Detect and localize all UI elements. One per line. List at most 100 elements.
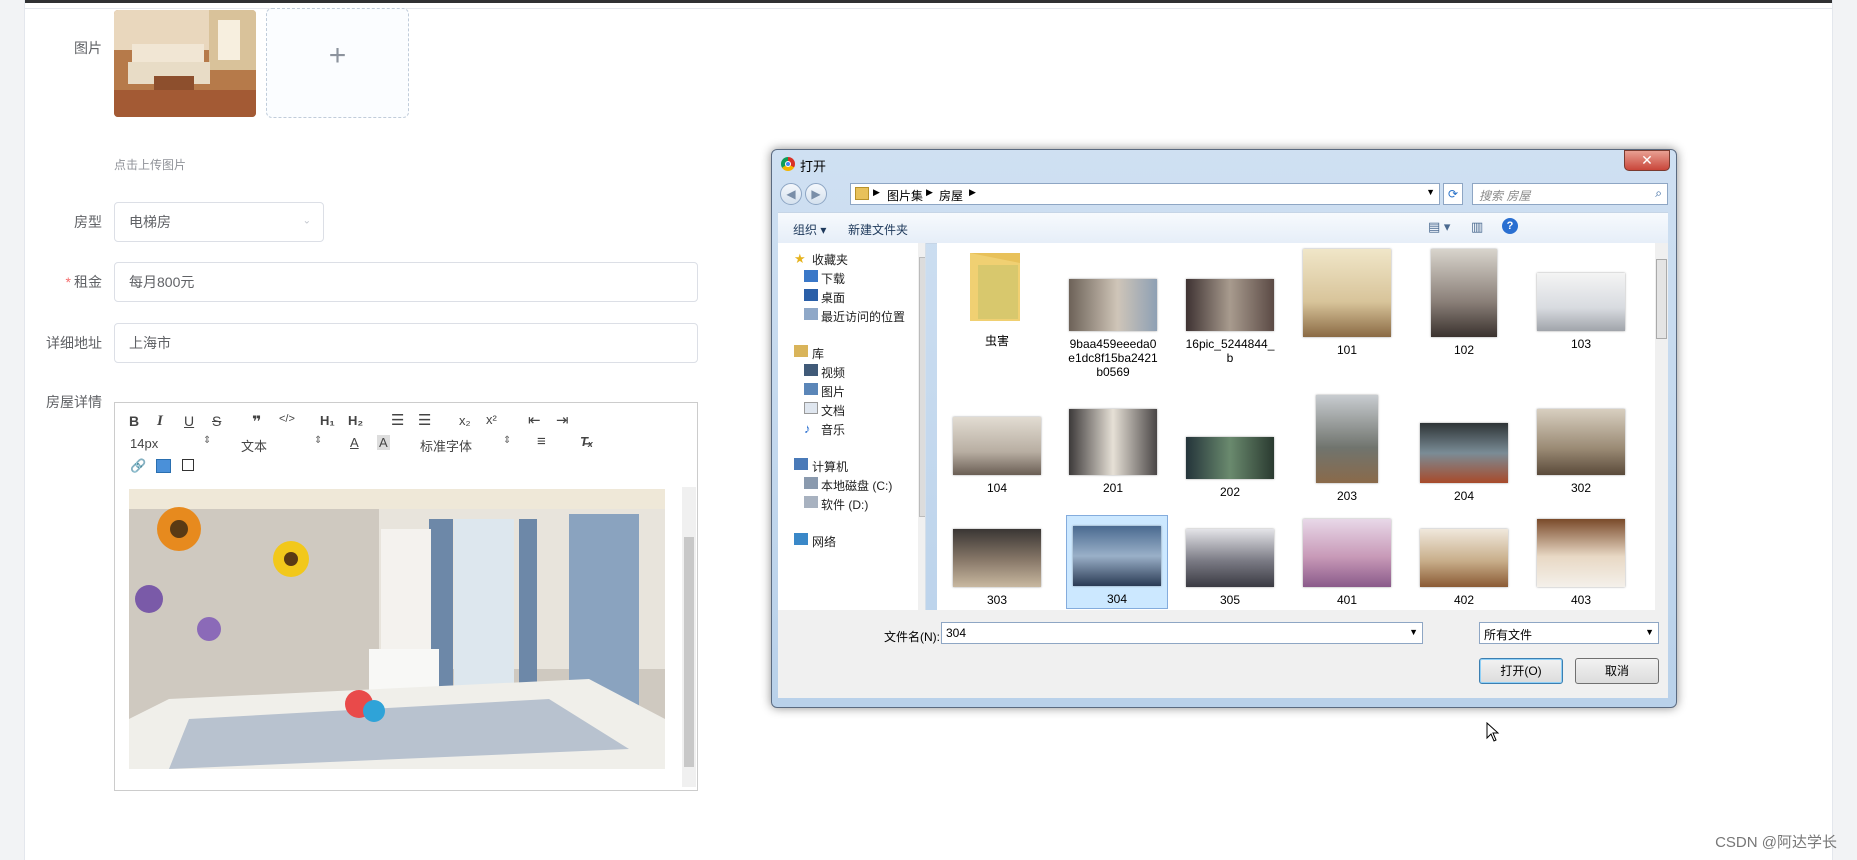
nav-computer[interactable]: 计算机 [812, 458, 848, 475]
nav-libraries[interactable]: 库 [812, 345, 824, 362]
address-input[interactable]: 上海市 [114, 323, 698, 363]
new-folder-button[interactable]: 新建文件夹 [848, 221, 908, 238]
nav-videos[interactable]: 视频 [821, 364, 845, 381]
file-item[interactable]: 402 [1419, 529, 1509, 607]
command-bar: 组织 ▾ 新建文件夹 ▤ ▾ ▥ ? [778, 212, 1668, 244]
detail-label: 房屋详情 [46, 394, 102, 410]
indent-icon[interactable]: ⇥ [556, 411, 569, 429]
filetype-select[interactable]: 所有文件 ▼ [1479, 622, 1659, 644]
file-item[interactable]: 203 [1302, 395, 1392, 503]
h2-button[interactable]: H₂ [348, 413, 363, 428]
breadcrumb-item[interactable]: 房屋 [939, 187, 963, 204]
dialog-title: 打开 [800, 159, 827, 174]
rent-input[interactable]: 每月800元 [114, 262, 698, 302]
editor-scrollbar[interactable] [682, 487, 696, 787]
open-button[interactable]: 打开(O) [1479, 658, 1563, 684]
preview-pane-icon[interactable]: ▥ [1471, 219, 1483, 235]
editor-content-image [129, 489, 665, 769]
help-icon[interactable]: ? [1502, 218, 1518, 234]
file-item[interactable]: 305 [1185, 529, 1275, 607]
close-button[interactable]: ✕ [1624, 150, 1670, 171]
image-insert-icon[interactable] [156, 459, 171, 473]
subscript-button[interactable]: x₂ [459, 413, 471, 428]
view-mode-icon[interactable]: ▤ ▾ [1428, 219, 1450, 235]
nav-scrollbar[interactable] [918, 243, 925, 610]
video-icon [804, 364, 818, 376]
plus-icon: + [328, 39, 347, 72]
refresh-button[interactable]: ⟳ [1443, 183, 1463, 205]
text-color-button[interactable]: A [350, 435, 359, 450]
cancel-button[interactable]: 取消 [1575, 658, 1659, 684]
organize-button[interactable]: 组织 ▾ [793, 221, 826, 238]
address-bar[interactable]: ▶ 图片集 ▶ 房屋 ▶ ▼ [850, 183, 1440, 205]
nav-favorites[interactable]: 收藏夹 [812, 251, 848, 268]
nav-network[interactable]: 网络 [812, 533, 836, 550]
nav-desktop[interactable]: 桌面 [821, 289, 845, 306]
file-open-dialog: 打开 ✕ ◀ ▶ ▶ 图片集 ▶ 房屋 ▶ ▼ ⟳ 搜索 房屋 ⌕ 组织 ▾ 新… [771, 149, 1677, 708]
download-icon [804, 270, 818, 282]
file-item[interactable]: 103 [1536, 273, 1626, 351]
search-icon: ⌕ [1655, 186, 1662, 200]
align-icon[interactable]: ≡ [537, 433, 546, 450]
background-color-button[interactable]: A [377, 435, 390, 450]
font-family-select[interactable]: 标准字体 [420, 436, 472, 455]
nav-downloads[interactable]: 下载 [821, 270, 845, 287]
file-item[interactable]: 101 [1302, 249, 1392, 357]
search-input[interactable]: 搜索 房屋 ⌕ [1472, 183, 1668, 205]
nav-music[interactable]: 音乐 [821, 421, 845, 438]
address-label: 详细地址 [46, 335, 102, 351]
room-type-label: 房型 [74, 214, 102, 230]
clear-format-icon[interactable]: T̶ₓ [580, 434, 593, 449]
image-label: 图片 [74, 40, 102, 56]
link-icon[interactable]: 🔗 [130, 458, 146, 474]
file-item[interactable]: 102 [1419, 249, 1509, 357]
nav-drive-d[interactable]: 软件 (D:) [821, 496, 868, 513]
file-item[interactable]: 104 [952, 417, 1042, 495]
watermark: CSDN @阿达学长 [1715, 834, 1837, 851]
video-insert-icon[interactable] [182, 459, 194, 471]
file-item[interactable]: 204 [1419, 423, 1509, 503]
forward-button[interactable]: ▶ [805, 183, 827, 205]
file-item[interactable]: 401 [1302, 519, 1392, 607]
filename-input[interactable]: 304 ▼ [941, 622, 1423, 644]
underline-button[interactable]: U [184, 413, 194, 429]
block-type-select[interactable]: 文本 [241, 436, 267, 455]
italic-button[interactable]: I [157, 413, 163, 430]
address-dropdown-icon[interactable]: ▼ [1426, 187, 1435, 197]
strike-button[interactable]: S [212, 413, 221, 429]
file-item[interactable]: 9baa459eeeda0e1dc8f15ba2421b0569 [1068, 279, 1158, 379]
file-item[interactable]: 16pic_5244844_b [1185, 279, 1275, 365]
back-button[interactable]: ◀ [780, 183, 802, 205]
nav-documents[interactable]: 文档 [821, 402, 845, 419]
nav-recent[interactable]: 最近访问的位置 [821, 308, 905, 325]
file-item[interactable]: 303 [952, 529, 1042, 607]
nav-pictures[interactable]: 图片 [821, 383, 845, 400]
nav-drive-c[interactable]: 本地磁盘 (C:) [821, 477, 892, 494]
ordered-list-icon[interactable]: ☰ [391, 411, 404, 429]
right-page-gutter [1832, 0, 1857, 860]
file-item[interactable]: 202 [1185, 437, 1275, 499]
chevron-down-icon[interactable]: ▼ [1409, 627, 1418, 637]
file-item[interactable]: 302 [1536, 409, 1626, 495]
uploaded-image-thumbnail[interactable] [114, 10, 256, 117]
bullet-list-icon[interactable]: ☰ [418, 411, 431, 429]
file-list-scrollbar[interactable] [1655, 243, 1668, 610]
h1-button[interactable]: H₁ [320, 413, 335, 428]
outdent-icon[interactable]: ⇤ [528, 411, 541, 429]
rich-text-editor[interactable]: B I U S ❞ </> H₁ H₂ ☰ ☰ x₂ x² ⇤ ⇥ 14px ⇕… [114, 402, 698, 791]
font-size-select[interactable]: 14px [130, 436, 158, 451]
file-item[interactable]: 201 [1068, 409, 1158, 495]
code-icon[interactable]: </> [279, 413, 295, 425]
bold-button[interactable]: B [129, 413, 139, 429]
file-item[interactable]: 403 [1536, 519, 1626, 607]
upload-image-button[interactable]: + [266, 8, 409, 118]
chevron-down-icon: ⌄ [302, 215, 311, 227]
room-type-value: 电梯房 [129, 214, 171, 230]
quote-icon[interactable]: ❞ [252, 412, 261, 432]
room-type-select[interactable]: 电梯房 ⌄ [114, 202, 324, 242]
block-type-arrows-icon: ⇕ [314, 435, 323, 446]
breadcrumb-item[interactable]: 图片集 [887, 187, 923, 204]
file-item[interactable]: 虫害 [952, 249, 1042, 348]
file-item-selected[interactable]: 304 [1066, 515, 1168, 609]
superscript-button[interactable]: x² [486, 412, 497, 427]
